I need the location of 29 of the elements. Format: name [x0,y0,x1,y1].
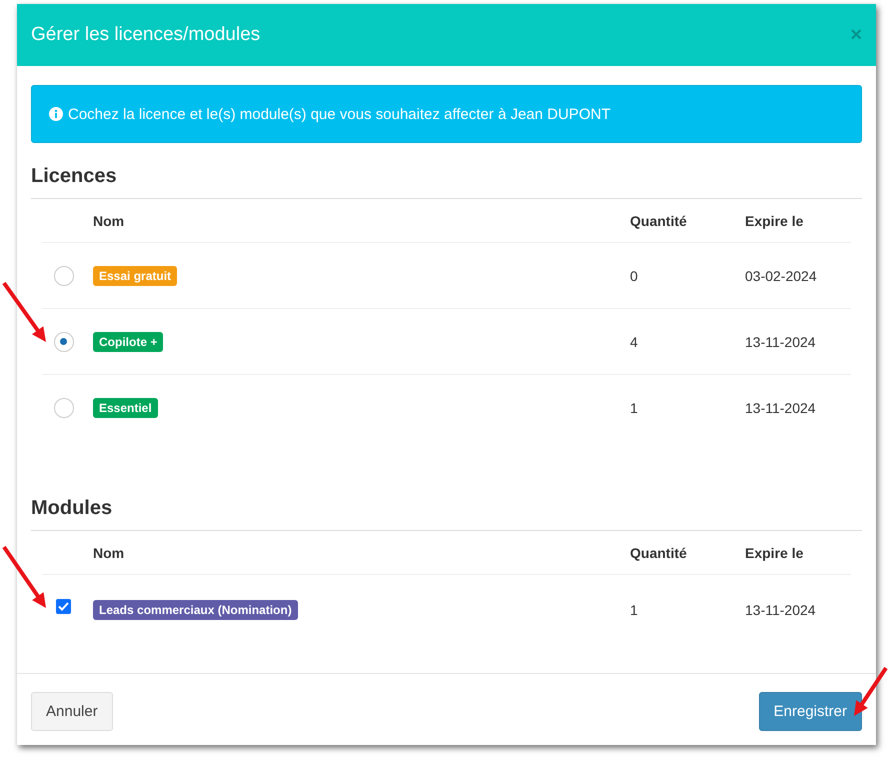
column-header: Expire le [744,212,804,228]
checkbox[interactable] [56,598,71,614]
section-heading: Modules [31,475,862,531]
license-tag: Essai gratuit [93,266,178,286]
info-icon [49,107,63,121]
cancel-button[interactable]: Annuler [31,692,113,731]
license-tag: Copilote + [93,332,164,352]
table-cell-text: 13-11-2024 [744,602,817,618]
column-header: Quantité [629,212,688,228]
save-button[interactable]: Enregistrer [758,692,862,731]
license-tag: Essentiel [93,398,158,418]
dialog-title: Gérer les licences/modules [31,24,260,46]
table-cell-text: 0 [629,268,639,284]
alert-text: Cochez la licence et le(s) module(s) que vous souhaitez affecter à Jean DUPONT [68,106,610,122]
table-cell-text: 1 [629,602,639,618]
license-tag: Leads commerciaux (Nomination) [93,600,298,620]
table-cell-text: 4 [629,334,639,350]
table-cell-text: 1 [629,400,639,416]
table-cell-text: 03-02-2024 [744,268,818,284]
column-header: Quantité [629,544,688,560]
section-heading: Licences [31,143,862,199]
radio-button[interactable] [54,266,74,286]
table-cell-text: 13-11-2024 [744,334,817,350]
column-header: Nom [92,544,126,560]
radio-button[interactable] [54,332,74,352]
column-header: Expire le [744,544,804,560]
column-header: Nom [92,212,126,228]
table-cell-text: 13-11-2024 [744,400,817,416]
radio-button[interactable] [54,398,74,418]
